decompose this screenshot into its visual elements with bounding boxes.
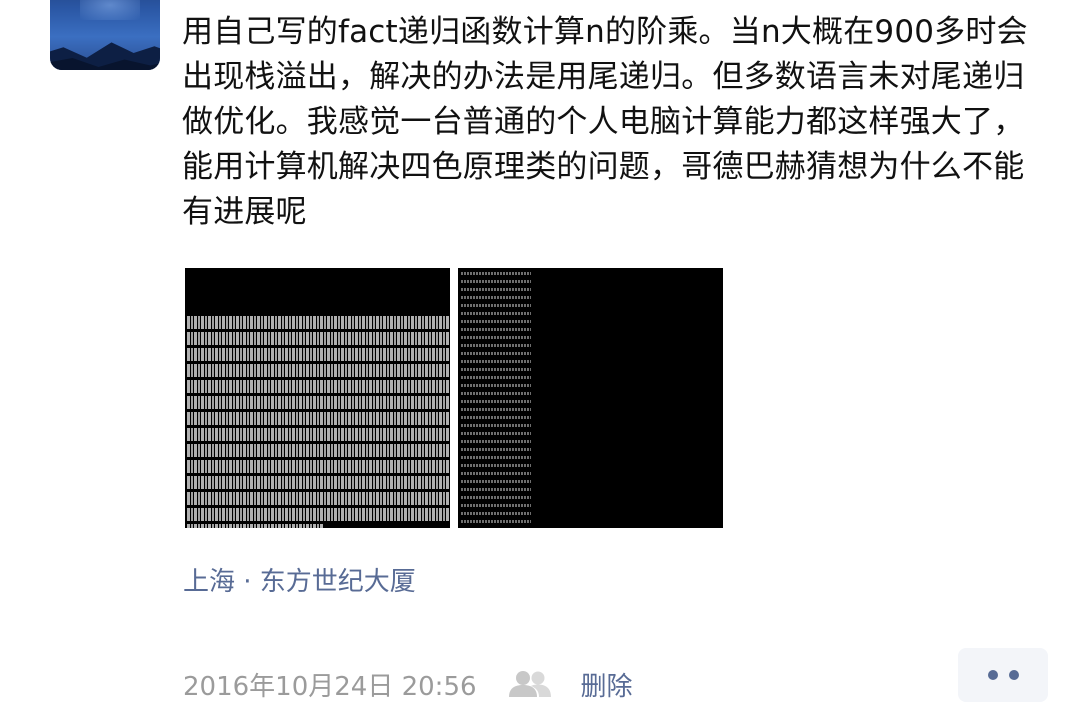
terminal-digits <box>187 316 450 528</box>
post-text: 用自己写的fact递归函数计算n的阶乘。当n大概在900多时会出现栈溢出，解决的… <box>182 14 1028 230</box>
more-dots-icon <box>987 670 998 680</box>
more-options-button[interactable] <box>958 648 1048 702</box>
friends-visibility-icon <box>507 669 553 699</box>
post-image-stack-trace[interactable] <box>458 268 723 528</box>
terminal-lines <box>461 272 531 528</box>
more-dots-icon <box>1008 670 1019 680</box>
post-meta: 2016年10月24日 20:56 删除 <box>183 662 633 706</box>
avatar-sky-glow <box>80 0 140 20</box>
post-location[interactable]: 上海 · 东方世纪大厦 <box>183 562 416 602</box>
post-timestamp: 2016年10月24日 20:56 <box>183 671 477 702</box>
user-avatar[interactable] <box>50 0 160 70</box>
post-image-factorial-output[interactable] <box>185 268 450 528</box>
delete-button[interactable]: 删除 <box>581 666 633 703</box>
